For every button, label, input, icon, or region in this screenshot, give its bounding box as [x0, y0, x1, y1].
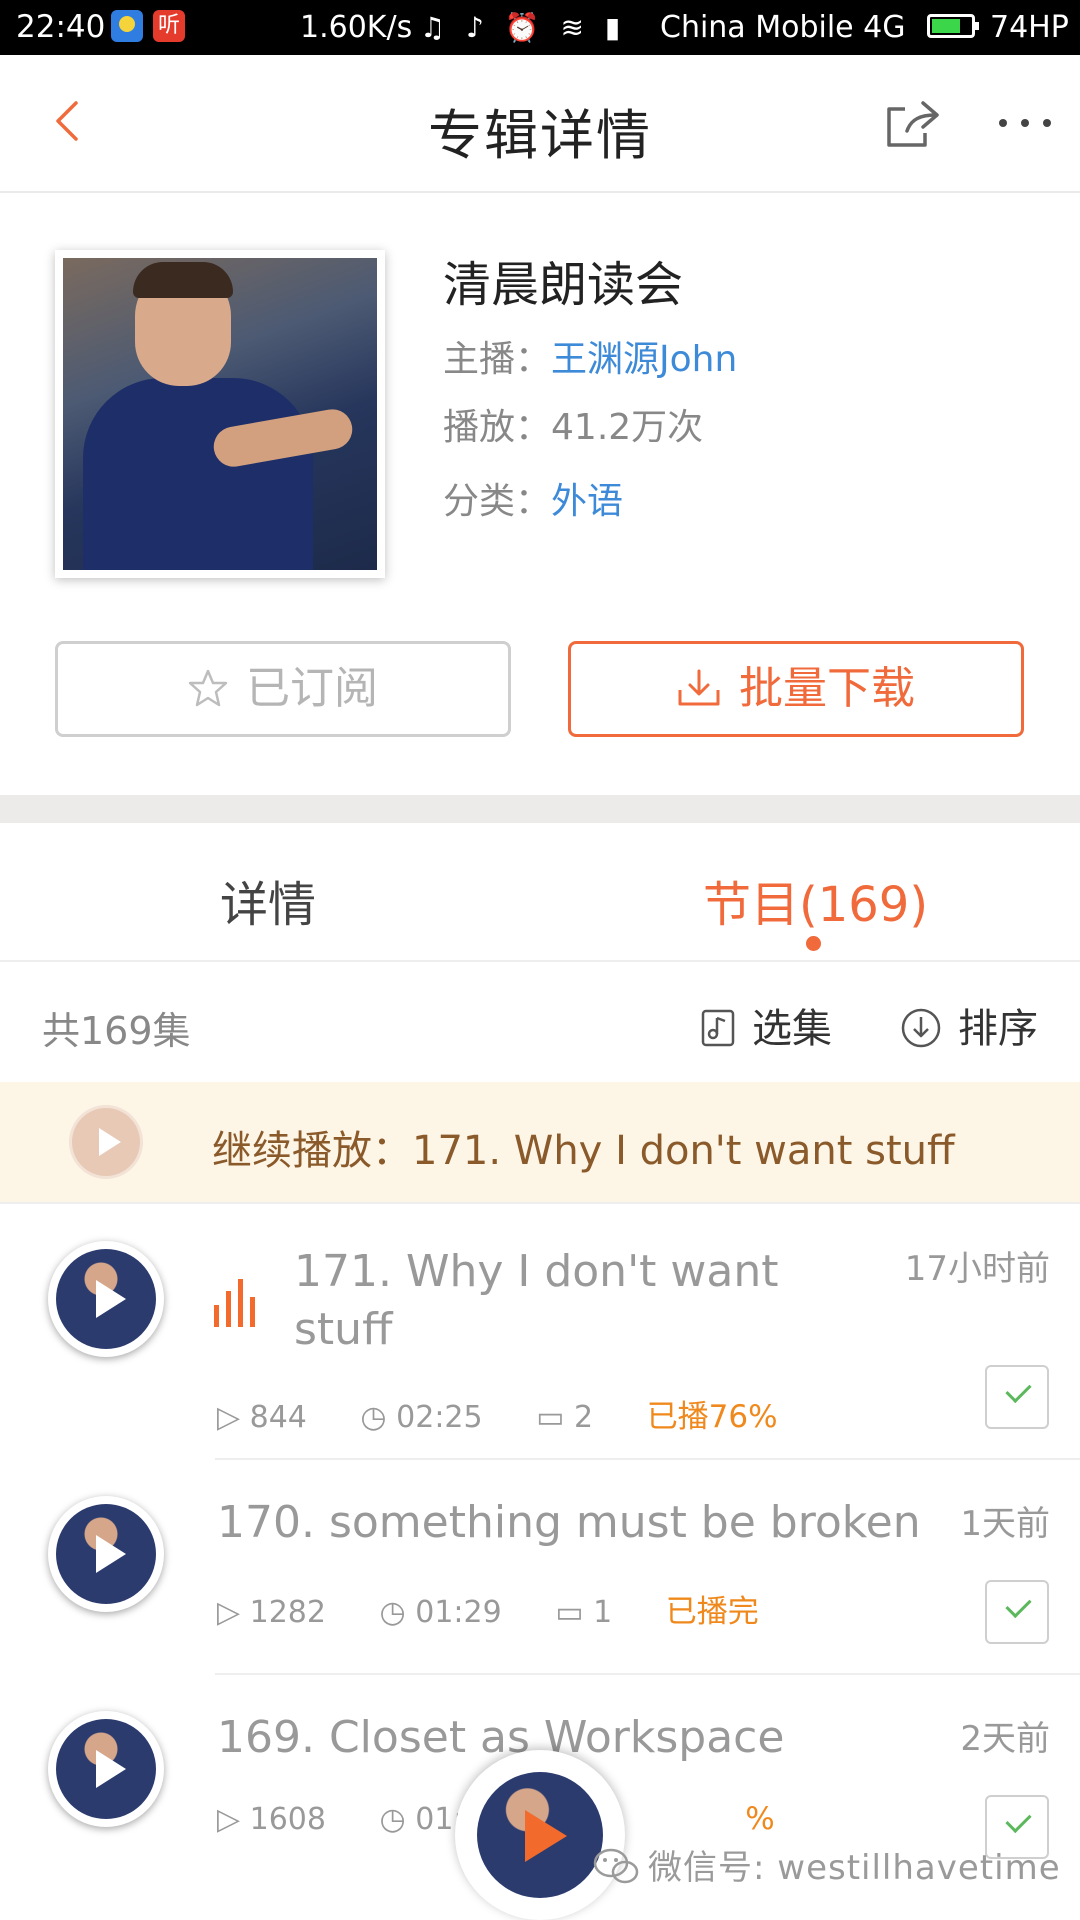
played-progress: %: [745, 1801, 775, 1837]
mini-player-button[interactable]: [455, 1750, 625, 1920]
watermark-text: 微信号: westillhavetime: [648, 1848, 1061, 1888]
album-cover: [55, 250, 385, 578]
category-label: 分类：: [443, 481, 552, 522]
play-icon[interactable]: [72, 1108, 140, 1176]
sort-label: 排序: [958, 1006, 1038, 1052]
equalizer-icon: [214, 1279, 255, 1327]
downloaded-check-icon[interactable]: [985, 1365, 1049, 1429]
episode-time-ago: 2天前: [960, 1719, 1050, 1759]
episode-time-ago: 17小时前: [904, 1249, 1050, 1289]
comments-count: ▭ 1: [555, 1595, 613, 1630]
download-icon: [678, 669, 720, 706]
comments-count: ▭ 2: [536, 1400, 594, 1435]
episode-count: 共169集: [42, 1009, 191, 1053]
album-category-row: 分类：外语: [443, 472, 623, 524]
tabs-divider: [0, 960, 1080, 962]
episode-thumbnail[interactable]: [48, 1711, 164, 1827]
episode-thumbnail[interactable]: [48, 1496, 164, 1612]
play-icon: [56, 1719, 156, 1819]
share-icon[interactable]: [885, 95, 941, 151]
batch-download-button[interactable]: 批量下载: [568, 641, 1024, 737]
play-icon: [56, 1249, 156, 1349]
play-icon: [56, 1504, 156, 1604]
downloaded-check-icon[interactable]: [985, 1580, 1049, 1644]
watermark: 微信号: westillhavetime: [592, 1840, 1061, 1889]
episode-thumbnail[interactable]: [48, 1241, 164, 1357]
album-host-row: 主播：王渊源John: [443, 330, 737, 382]
tab-detail[interactable]: 详情: [220, 865, 316, 935]
duration: ◷ 02:25: [360, 1400, 483, 1435]
active-tab-indicator: [806, 936, 821, 951]
download-label: 批量下载: [739, 663, 915, 714]
album-plays-row: 播放：41.2万次: [443, 398, 703, 450]
plays-count: ▷ 1608: [217, 1802, 326, 1837]
status-time: 22:40: [16, 9, 106, 45]
more-icon[interactable]: [995, 113, 1055, 133]
section-divider: [0, 795, 1080, 823]
episode-title: 171. Why I don't want stuff: [294, 1246, 779, 1355]
wechat-icon: [593, 1848, 639, 1883]
continue-playing-text: 继续播放：171. Why I don't want stuff: [212, 1128, 955, 1174]
episode-meta: ▷ 1282 ◷ 01:29 ▭ 1 已播完: [217, 1586, 781, 1631]
status-bar: 22:40 听 1.60K/s ♫ ♪ ⏰ ≋ ▮ China Mobile 4…: [0, 0, 1080, 55]
subscribe-button[interactable]: 已订阅: [55, 641, 511, 737]
episode-title: 170. something must be broken: [217, 1497, 921, 1548]
carrier-label: China Mobile 4G: [660, 10, 906, 45]
network-speed: 1.60K/s: [300, 10, 413, 45]
sort-icon: [901, 1008, 941, 1048]
battery-icon: [927, 14, 979, 38]
plays-count: ▷ 1282: [217, 1595, 326, 1630]
battery-level: 74HP: [990, 10, 1069, 45]
select-icon: [701, 1009, 735, 1047]
sort-button[interactable]: 排序: [900, 996, 1038, 1054]
continue-playing-bar[interactable]: 继续播放：171. Why I don't want stuff: [0, 1082, 1080, 1204]
duration: ◷ 01:29: [379, 1595, 502, 1630]
played-progress: 已播完: [665, 1594, 759, 1630]
app-notification-ting-icon: 听: [153, 10, 185, 42]
app-notification-icon: [111, 10, 143, 42]
host-label: 主播：: [443, 339, 552, 380]
status-indicator-icons: ♫ ♪ ⏰ ≋ ▮: [420, 11, 627, 44]
list-item[interactable]: 171. Why I don't want stuff 17小时前 ▷ 844 …: [0, 1205, 1080, 1460]
episode-time-ago: 1天前: [960, 1504, 1050, 1544]
subscribe-label: 已订阅: [246, 663, 378, 714]
tab-programs[interactable]: 节目(169): [703, 865, 928, 935]
plays-label: 播放：: [443, 407, 552, 448]
category-link[interactable]: 外语: [551, 481, 623, 522]
host-link[interactable]: 王渊源John: [551, 339, 737, 380]
list-item[interactable]: 170. something must be broken 1天前 ▷ 1282…: [0, 1460, 1080, 1675]
played-progress: 已播76%: [646, 1399, 778, 1435]
album-cover-photo: [63, 258, 377, 570]
app-header: 专辑详情: [0, 55, 1080, 193]
select-label: 选集: [752, 1006, 832, 1052]
plays-count: ▷ 844: [217, 1400, 307, 1435]
plays-value: 41.2万次: [551, 407, 704, 448]
album-title: 清晨朗读会: [443, 257, 684, 313]
episode-meta: ▷ 844 ◷ 02:25 ▭ 2 已播76%: [217, 1391, 800, 1436]
star-icon: [188, 669, 228, 707]
mini-player-play-icon: [477, 1772, 603, 1898]
select-episodes-button[interactable]: 选集: [700, 996, 832, 1054]
